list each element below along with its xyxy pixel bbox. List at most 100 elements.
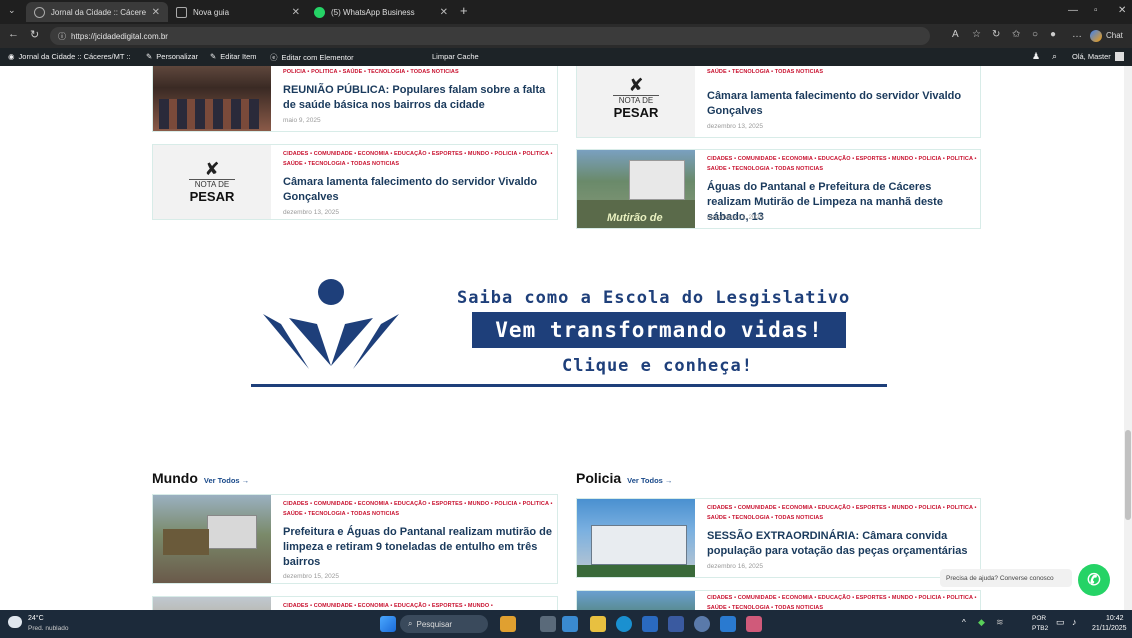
- windows-start-icon[interactable]: [380, 616, 396, 632]
- copilot-icon[interactable]: [1090, 30, 1102, 42]
- news-card[interactable]: CIDADES • COMUNIDADE • ECONOMIA • EDUCAÇ…: [152, 494, 558, 584]
- close-tab-icon[interactable]: ✕: [152, 7, 160, 18]
- refresh-ext-icon[interactable]: ↻: [992, 29, 1000, 40]
- news-date: dezembro 13, 2025: [707, 123, 764, 130]
- tray-app-icon[interactable]: ◆: [978, 617, 985, 628]
- more-icon[interactable]: …: [1072, 29, 1082, 40]
- weather-temp[interactable]: 24°C: [28, 615, 44, 622]
- reload-icon[interactable]: ↻: [30, 28, 39, 41]
- news-thumbnail[interactable]: [153, 597, 271, 610]
- chevron-up-icon[interactable]: ^: [962, 618, 966, 627]
- new-tab-button[interactable]: +: [460, 3, 468, 18]
- favorites-icon[interactable]: ☆: [972, 29, 981, 40]
- whatsapp-float-button[interactable]: ✆: [1078, 564, 1110, 596]
- settings-icon[interactable]: [694, 616, 710, 632]
- windows-taskbar: 24°C Pred. nublado ⌕ Pesquisar ^ ◆ ≋ POR…: [0, 610, 1132, 638]
- tab-nova-guia[interactable]: Nova guia ✕: [168, 2, 308, 22]
- mourning-ribbon-icon: ✘: [204, 158, 220, 179]
- banner-cta[interactable]: Clique e conheça!: [562, 356, 753, 376]
- news-title[interactable]: SESSÃO EXTRAORDINÁRIA: Câmara convida po…: [707, 529, 977, 559]
- news-title[interactable]: Câmara lamenta falecimento do servidor V…: [707, 89, 977, 119]
- scrollbar-thumb[interactable]: [1125, 430, 1131, 520]
- clock-time[interactable]: 10:42: [1106, 615, 1124, 622]
- task-view-icon[interactable]: [540, 616, 556, 632]
- escola-legislativo-banner[interactable]: Saiba como a Escola do Lesgislativo Vem …: [237, 262, 897, 408]
- browser-tab-bar: ⌄ Jornal da Cidade :: Cáceres/MT :: ✕ No…: [0, 0, 1132, 24]
- widgets-icon[interactable]: [500, 616, 516, 632]
- file-explorer-icon[interactable]: [590, 616, 606, 632]
- weather-icon[interactable]: [8, 616, 22, 628]
- app-icon[interactable]: [642, 616, 658, 632]
- news-thumbnail[interactable]: [577, 499, 695, 577]
- elementor-icon: ⓔ: [270, 53, 278, 62]
- address-bar-row: ← ↻ ⓘ https://jcidadedigital.com.br A ☆ …: [0, 24, 1132, 48]
- news-thumbnail[interactable]: Mutirão de: [577, 150, 695, 228]
- wp-edit-item-link[interactable]: ✎ Editar Item: [210, 52, 257, 61]
- news-thumbnail[interactable]: ✘ NOTA DE PESAR: [577, 66, 695, 137]
- news-title[interactable]: Prefeitura e Águas do Pantanal realizam …: [283, 525, 553, 570]
- page-content: POLICIA • POLITICA • SAÚDE • TECNOLOGIA …: [0, 66, 1132, 610]
- wp-clear-cache-link[interactable]: Limpar Cache: [432, 52, 479, 61]
- app-icon[interactable]: [746, 616, 762, 632]
- news-date: dezembro 15, 2025: [283, 573, 340, 580]
- network-icon[interactable]: ▭: [1056, 617, 1065, 628]
- tab-actions-icon[interactable]: ⌄: [8, 5, 16, 16]
- news-thumbnail[interactable]: [577, 591, 695, 610]
- mundo-ver-todos-link[interactable]: Ver Todos →: [204, 476, 249, 485]
- brush-icon: ✎: [146, 52, 153, 61]
- pencil-icon: ✎: [210, 52, 217, 61]
- close-tab-icon[interactable]: ✕: [440, 7, 448, 18]
- search-icon[interactable]: ⌕: [1052, 51, 1057, 62]
- wp-account-link[interactable]: Olá, Master: [1072, 52, 1124, 61]
- news-card[interactable]: ✘ NOTA DE PESAR CIDADES • COMUNIDADE • E…: [152, 144, 558, 220]
- weather-desc[interactable]: Pred. nublado: [28, 625, 68, 632]
- news-thumbnail[interactable]: ✘ NOTA DE PESAR: [153, 145, 271, 219]
- news-card[interactable]: Mutirão de CIDADES • COMUNIDADE • ECONOM…: [576, 149, 981, 229]
- taskbar-search[interactable]: ⌕ Pesquisar: [400, 615, 488, 633]
- policia-ver-todos-link[interactable]: Ver Todos →: [627, 476, 672, 485]
- close-window-icon[interactable]: ✕: [1118, 5, 1126, 16]
- whatsapp-prompt[interactable]: Precisa de ajuda? Converse conosco: [940, 569, 1072, 587]
- close-tab-icon[interactable]: ✕: [292, 7, 300, 18]
- search-icon: ⌕: [408, 619, 413, 628]
- news-thumbnail[interactable]: [153, 66, 271, 131]
- tray-app-icon[interactable]: ≋: [996, 617, 1004, 628]
- news-card[interactable]: CIDADES • COMUNIDADE • ECONOMIA • EDUCAÇ…: [576, 498, 981, 578]
- tab-jornal[interactable]: Jornal da Cidade :: Cáceres/MT :: ✕: [26, 2, 168, 22]
- news-thumbnail[interactable]: [153, 495, 271, 583]
- shield-icon[interactable]: ○: [1032, 29, 1038, 40]
- language-indicator[interactable]: POR: [1032, 615, 1046, 622]
- notification-icon[interactable]: ♟: [1032, 51, 1040, 62]
- news-card[interactable]: POLICIA • POLITICA • SAÚDE • TECNOLOGIA …: [152, 66, 558, 132]
- section-mundo-header: Mundo Ver Todos →: [152, 470, 250, 486]
- restore-icon[interactable]: ▫: [1094, 5, 1098, 16]
- news-card[interactable]: CIDADES • COMUNIDADE • ECONOMIA • EDUCAÇ…: [576, 590, 981, 610]
- news-card[interactable]: CIDADES • COMUNIDADE • ECONOMIA • EDUCAÇ…: [152, 596, 558, 610]
- collections-icon[interactable]: ✩: [1012, 29, 1020, 40]
- read-aloud-icon[interactable]: A: [952, 29, 959, 40]
- banner-underline: [251, 384, 887, 387]
- back-icon[interactable]: ←: [8, 28, 19, 40]
- page-scrollbar[interactable]: [1124, 66, 1132, 610]
- globe-icon: [34, 6, 45, 18]
- clock-date[interactable]: 21/11/2025: [1092, 625, 1127, 632]
- news-title[interactable]: Câmara lamenta falecimento do servidor V…: [283, 175, 553, 205]
- banner-line-2: Vem transformando vidas!: [472, 312, 846, 348]
- news-title[interactable]: REUNIÃO PÚBLICA: Populares falam sobre a…: [283, 83, 553, 113]
- url-field[interactable]: ⓘ https://jcidadedigital.com.br: [50, 27, 930, 45]
- app-icon[interactable]: [720, 616, 736, 632]
- chat-button[interactable]: Chat: [1106, 31, 1123, 40]
- wp-customize-link[interactable]: ✎ Personalizar: [146, 52, 198, 61]
- news-date: dezembro 13, 2025: [283, 209, 340, 216]
- site-info-icon[interactable]: ⓘ: [58, 31, 66, 42]
- app-icon[interactable]: [668, 616, 684, 632]
- minimize-icon[interactable]: —: [1068, 5, 1078, 16]
- app-icon[interactable]: [562, 616, 578, 632]
- edge-icon[interactable]: [616, 616, 632, 632]
- profile-icon[interactable]: ●: [1050, 29, 1056, 40]
- wp-elementor-link[interactable]: ⓔ Editar com Elementor: [270, 52, 354, 63]
- news-card[interactable]: ✘ NOTA DE PESAR CIDADES • COMUNIDADE • E…: [576, 66, 981, 138]
- wp-site-link[interactable]: ◉ Jornal da Cidade :: Cáceres/MT ::: [8, 52, 131, 61]
- volume-icon[interactable]: ♪: [1072, 617, 1077, 627]
- tab-whatsapp[interactable]: (5) WhatsApp Business ✕: [306, 2, 456, 22]
